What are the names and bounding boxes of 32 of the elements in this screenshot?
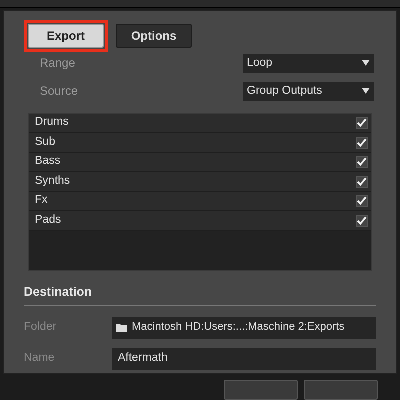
list-item[interactable]: Pads [29,211,371,231]
section-heading: Destination [24,284,92,299]
checkmark-icon [357,196,367,206]
checkmark-icon [357,216,367,226]
checkmark-icon [357,157,367,168]
name-field[interactable]: Aftermath [112,348,376,370]
tab[interactable]: Options [116,24,192,48]
checkbox[interactable] [356,176,368,188]
checkmark-icon [357,138,367,148]
checkbox[interactable] [356,214,368,227]
list-item[interactable]: Bass [29,152,371,172]
dropdown[interactable]: Group Outputs [243,82,374,101]
list-item[interactable]: Drums [29,114,371,134]
checkmark-icon [357,118,367,128]
list-item[interactable]: Fx [29,192,371,212]
field-label: Name [24,350,55,366]
caret-icon [362,60,370,66]
list-item[interactable]: Sub [29,133,371,153]
tab[interactable]: Export [28,24,104,48]
list-item[interactable]: Synths [29,172,371,192]
folder-field[interactable]: Macintosh HD:Users:...:Maschine 2:Exports [112,316,376,339]
field-label: Range [40,55,76,72]
checkbox[interactable] [356,136,368,149]
checkbox[interactable] [356,117,368,130]
folder-icon [116,323,127,332]
checkmark-icon [357,176,367,187]
field-label: Source [40,83,78,100]
field-label: Folder [24,320,57,335]
dropdown[interactable]: Loop [243,54,374,73]
checkbox[interactable] [356,195,368,208]
checkbox[interactable] [356,156,368,168]
caret-icon [362,88,370,94]
